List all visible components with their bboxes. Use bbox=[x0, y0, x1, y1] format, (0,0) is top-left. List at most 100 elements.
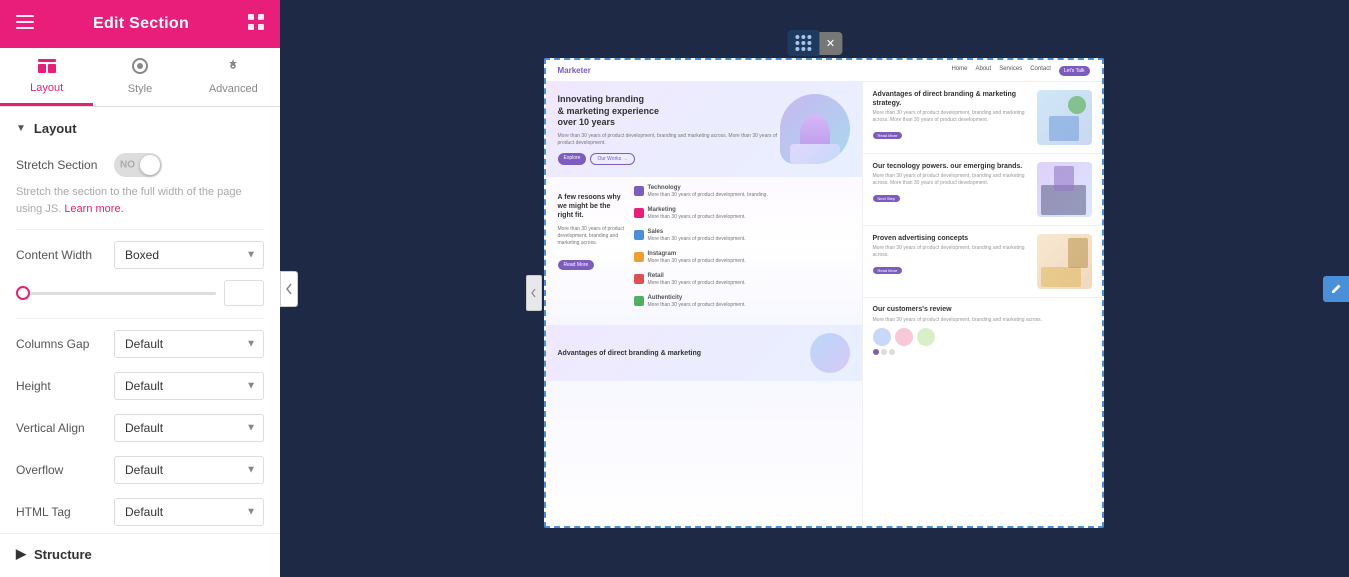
review-dots bbox=[873, 349, 1092, 355]
section-toolbar: ✕ bbox=[787, 30, 842, 56]
preview-card-1: Advantages of direct branding & marketin… bbox=[863, 82, 1102, 154]
html-tag-wrapper: Default header footer main section ▼ bbox=[114, 498, 264, 526]
preview-left-col: Innovating branding& marketing experienc… bbox=[546, 82, 862, 526]
height-row: Height Default Fit To Screen Min Height … bbox=[0, 365, 280, 407]
left-panel: Edit Section Layout bbox=[0, 0, 280, 577]
content-width-wrapper: Boxed Full Width ▼ bbox=[114, 241, 264, 269]
preview-left-toggle[interactable] bbox=[280, 271, 298, 307]
stretch-section-row: Stretch Section NO bbox=[0, 146, 280, 184]
preview-bottom-globe bbox=[810, 333, 850, 373]
content-width-select[interactable]: Boxed Full Width bbox=[114, 241, 264, 269]
grid-icon[interactable] bbox=[248, 14, 264, 35]
columns-gap-label: Columns Gap bbox=[16, 337, 106, 351]
preview-hero: Innovating branding& marketing experienc… bbox=[546, 82, 862, 177]
preview-wrapper: Marketer Home About Services Contact Let… bbox=[298, 58, 1349, 577]
width-value[interactable] bbox=[224, 280, 264, 306]
vertical-align-select[interactable]: Default Top Middle Bottom bbox=[114, 414, 264, 442]
width-slider-row bbox=[0, 276, 280, 314]
service-item-4: InstagramMore than 30 years of product d… bbox=[634, 251, 850, 265]
vertical-align-label: Vertical Align bbox=[16, 421, 106, 435]
content-width-row: Content Width Boxed Full Width ▼ bbox=[0, 234, 280, 276]
preview-hero-image bbox=[780, 94, 850, 164]
layout-section-title: Layout bbox=[34, 121, 77, 136]
height-wrapper: Default Fit To Screen Min Height ▼ bbox=[114, 372, 264, 400]
overflow-select[interactable]: Default Hidden bbox=[114, 456, 264, 484]
stretch-section-label: Stretch Section bbox=[16, 158, 106, 172]
columns-gap-select[interactable]: Default No Gap Narrow Extended Wide bbox=[114, 330, 264, 358]
preview-card-2: Our tecnology powers. our emerging brand… bbox=[863, 154, 1102, 226]
height-label: Height bbox=[16, 379, 106, 393]
structure-section-header[interactable]: ▶ Structure bbox=[0, 533, 280, 574]
website-preview: Marketer Home About Services Contact Let… bbox=[544, 58, 1104, 528]
preview-bottom-hero: Advantages of direct branding & marketin… bbox=[546, 325, 862, 381]
service-item-6: AuthenticityMore than 30 years of produc… bbox=[634, 295, 850, 309]
move-dots-icon bbox=[795, 35, 811, 51]
preview-frame: Marketer Home About Services Contact Let… bbox=[544, 58, 1104, 528]
advanced-icon bbox=[225, 58, 241, 79]
height-select[interactable]: Default Fit To Screen Min Height bbox=[114, 372, 264, 400]
preview-card-3: Proven advertising concepts More than 30… bbox=[863, 226, 1102, 298]
preview-content: Marketer Home About Services Contact Let… bbox=[546, 60, 1102, 526]
columns-gap-row: Columns Gap Default No Gap Narrow Extend… bbox=[0, 323, 280, 365]
preview-body: Innovating branding& marketing experienc… bbox=[546, 82, 1102, 526]
divider-1 bbox=[16, 229, 264, 230]
preview-hero-btns: Explore Our Works → bbox=[558, 153, 780, 165]
toggle-no-label: NO bbox=[120, 160, 135, 171]
preview-hero-desc: More than 30 years of product developmen… bbox=[558, 133, 780, 147]
main-preview-area: ✕ Marketer Home About Servi bbox=[280, 0, 1349, 577]
tab-layout[interactable]: Layout bbox=[0, 48, 93, 106]
preview-services: A few resoons why we might be the right … bbox=[546, 177, 862, 325]
tab-layout-label: Layout bbox=[30, 82, 63, 94]
panel-header: Edit Section bbox=[0, 0, 280, 48]
structure-collapse-arrow: ▶ bbox=[16, 546, 26, 562]
review-avatars bbox=[873, 328, 1092, 346]
divider-2 bbox=[16, 318, 264, 319]
html-tag-label: HTML Tag bbox=[16, 505, 106, 519]
preview-nav-links: Home About Services Contact Let's Talk bbox=[951, 66, 1089, 76]
service-item-1: TechnologyMore than 30 years of product … bbox=[634, 185, 850, 199]
service-item-3: SalesMore than 30 years of product devel… bbox=[634, 229, 850, 243]
panel-content: ▼ Layout Stretch Section NO Stretch the … bbox=[0, 107, 280, 577]
html-tag-row: HTML Tag Default header footer main sect… bbox=[0, 491, 280, 533]
vertical-align-row: Vertical Align Default Top Middle Bottom… bbox=[0, 407, 280, 449]
style-icon bbox=[132, 58, 148, 79]
width-slider[interactable] bbox=[16, 292, 216, 295]
tab-advanced-label: Advanced bbox=[209, 83, 258, 95]
vertical-align-wrapper: Default Top Middle Bottom ▼ bbox=[114, 414, 264, 442]
overflow-wrapper: Default Hidden ▼ bbox=[114, 456, 264, 484]
preview-hero-title: Innovating branding& marketing experienc… bbox=[558, 94, 780, 129]
layout-icon bbox=[38, 59, 56, 78]
preview-right-col: Advantages of direct branding & marketin… bbox=[862, 82, 1102, 526]
preview-card-3-img bbox=[1037, 234, 1092, 289]
tab-style[interactable]: Style bbox=[93, 48, 186, 106]
hamburger-icon[interactable] bbox=[16, 15, 34, 34]
tab-style-label: Style bbox=[128, 83, 152, 95]
content-width-label: Content Width bbox=[16, 248, 106, 262]
service-item-2: MarketingMore than 30 years of product d… bbox=[634, 207, 850, 221]
close-section-btn[interactable]: ✕ bbox=[819, 32, 842, 55]
move-handle[interactable] bbox=[787, 30, 819, 56]
columns-gap-wrapper: Default No Gap Narrow Extended Wide ▼ bbox=[114, 330, 264, 358]
preview-nav: Marketer Home About Services Contact Let… bbox=[546, 60, 1102, 82]
tab-advanced[interactable]: Advanced bbox=[187, 48, 280, 106]
preview-hero-text: Innovating branding& marketing experienc… bbox=[558, 94, 780, 165]
stretch-help-text: Stretch the section to the full width of… bbox=[0, 184, 280, 225]
preview-card-2-img bbox=[1037, 162, 1092, 217]
tab-bar: Layout Style Advanced bbox=[0, 48, 280, 107]
structure-section-title: Structure bbox=[34, 547, 92, 562]
right-edge-edit-btn[interactable] bbox=[1323, 276, 1349, 302]
html-tag-select[interactable]: Default header footer main section bbox=[114, 498, 264, 526]
layout-section-header[interactable]: ▼ Layout bbox=[0, 107, 280, 146]
service-item-5: RetailMore than 30 years of product deve… bbox=[634, 273, 850, 287]
panel-title: Edit Section bbox=[93, 15, 189, 33]
preview-bottom-title: Advantages of direct branding & marketin… bbox=[558, 349, 802, 358]
learn-more-link[interactable]: Learn more. bbox=[64, 203, 123, 215]
overflow-label: Overflow bbox=[16, 463, 106, 477]
preview-card-1-img bbox=[1037, 90, 1092, 145]
stretch-section-toggle[interactable]: NO bbox=[114, 153, 162, 177]
preview-reviews: Our customers's review More than 30 year… bbox=[863, 298, 1102, 363]
toggle-knob bbox=[140, 155, 160, 175]
layout-collapse-arrow: ▼ bbox=[16, 123, 26, 134]
overflow-row: Overflow Default Hidden ▼ bbox=[0, 449, 280, 491]
preview-sidebar-handle[interactable] bbox=[526, 275, 542, 311]
